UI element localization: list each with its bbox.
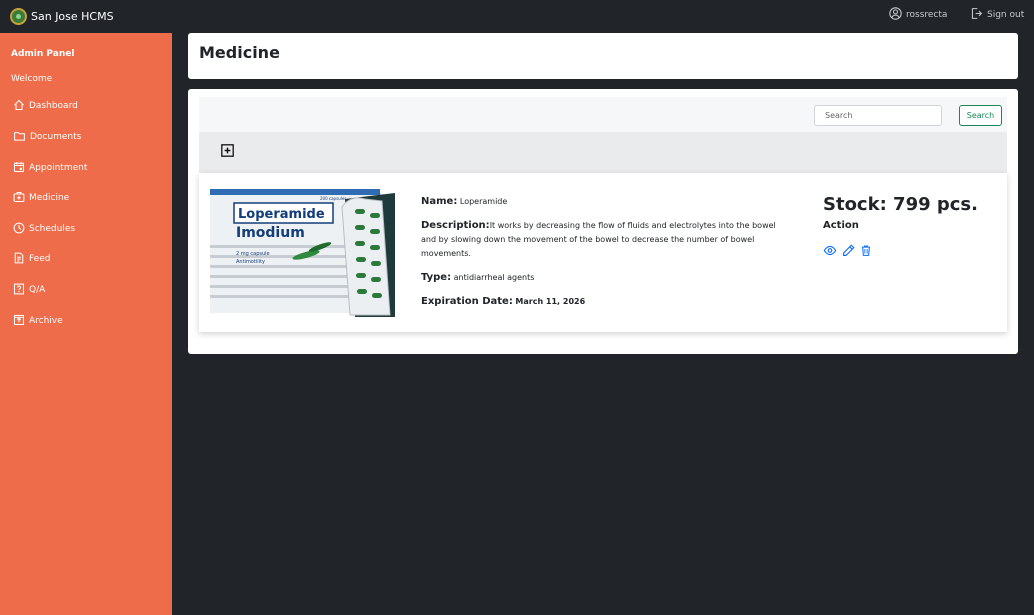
user-circle-icon: [889, 7, 902, 20]
signout-icon: [971, 8, 983, 19]
image-dose-text: 2 mg capsule: [236, 251, 270, 257]
edit-button[interactable]: [842, 242, 855, 261]
page-title: Medicine: [199, 43, 280, 62]
medicine-name-row: Name: Loperamide: [421, 195, 507, 209]
user-menu[interactable]: rossrecta: [889, 7, 947, 20]
medicine-type: antidiarrheal agents: [453, 273, 535, 282]
medkit-icon: [13, 191, 25, 203]
image-sub-text: Imodium: [236, 225, 305, 241]
sidebar-item-label: Feed: [29, 254, 51, 264]
description-label: Description:: [421, 220, 490, 231]
archive-icon: [13, 314, 25, 326]
sidebar-item-label: Medicine: [29, 193, 70, 203]
sidebar-item-medicine[interactable]: Medicine: [13, 191, 69, 203]
question-icon: [13, 283, 25, 295]
sidebar-item-label: Documents: [30, 132, 82, 142]
sidebar-item-qa[interactable]: Q/A: [13, 283, 45, 295]
medicine-expiration-row: Expiration Date: March 11, 2026: [421, 295, 585, 309]
medicine-description-row: Description:It works by decreasing the f…: [421, 219, 786, 261]
home-icon: [14, 99, 24, 111]
medicine-panel: Search Loperamide Imodium 200 capsules 2…: [188, 89, 1018, 354]
page-header: Medicine: [188, 33, 1018, 79]
medicine-name: Loperamide: [459, 197, 508, 206]
calendar-icon: [13, 162, 25, 173]
signout-label: Sign out: [987, 10, 1025, 20]
sidebar-item-feed[interactable]: Feed: [13, 252, 50, 264]
folder-icon: [14, 132, 25, 141]
sidebar-item-dashboard[interactable]: Dashboard: [13, 99, 78, 111]
trash-icon: [861, 245, 871, 256]
username: rossrecta: [906, 10, 948, 20]
type-label: Type:: [421, 272, 452, 283]
medicine-type-row: Type: antidiarrheal agents: [421, 271, 534, 285]
sidebar-item-label: Dashboard: [29, 101, 78, 111]
action-label: Action: [823, 220, 859, 231]
image-capsules-text: 200 capsules: [320, 196, 346, 201]
name-label: Name:: [421, 196, 458, 207]
brand[interactable]: San Jose HCMS: [10, 8, 114, 25]
search-bar: Search: [199, 97, 1007, 132]
top-navbar: San Jose HCMS rossrecta Sign out: [0, 0, 1034, 33]
stock-count: Stock: 799 pcs.: [823, 194, 978, 215]
file-text-icon: [14, 252, 24, 264]
search-input[interactable]: [814, 105, 942, 126]
sidebar-item-schedules[interactable]: Schedules: [13, 222, 75, 234]
clock-icon: [13, 222, 25, 234]
expiration-label: Expiration Date:: [421, 296, 513, 307]
sidebar-item-documents[interactable]: Documents: [13, 130, 81, 142]
add-medicine-icon[interactable]: [221, 144, 234, 157]
sidebar-welcome: Welcome: [11, 74, 53, 84]
view-button[interactable]: [823, 242, 837, 261]
app-title: San Jose HCMS: [31, 10, 114, 23]
sidebar-item-label: Schedules: [29, 224, 76, 234]
sidebar-item-archive[interactable]: Archive: [13, 314, 63, 326]
toolbar: [199, 132, 1007, 173]
app-logo: [10, 8, 27, 25]
sidebar: Admin Panel Welcome Dashboard Documents …: [0, 33, 172, 615]
image-category-text: Antimotility: [236, 259, 265, 265]
search-button[interactable]: Search: [959, 105, 1002, 126]
medicine-image: Loperamide Imodium 200 capsules 2 mg cap…: [210, 189, 395, 317]
delete-button[interactable]: [860, 242, 872, 261]
eye-icon: [823, 245, 837, 256]
medicine-card: Loperamide Imodium 200 capsules 2 mg cap…: [199, 173, 1007, 332]
sidebar-item-label: Appointment: [29, 163, 88, 173]
pencil-icon: [843, 244, 855, 256]
medicine-expiration: March 11, 2026: [515, 297, 586, 306]
signout-link[interactable]: Sign out: [970, 7, 1024, 20]
action-buttons: [823, 242, 877, 261]
sidebar-item-appointment[interactable]: Appointment: [13, 161, 87, 173]
sidebar-title: Admin Panel: [11, 49, 75, 59]
sidebar-item-label: Archive: [29, 316, 63, 326]
sidebar-item-label: Q/A: [29, 285, 46, 295]
image-brand-text: Loperamide: [238, 207, 325, 222]
